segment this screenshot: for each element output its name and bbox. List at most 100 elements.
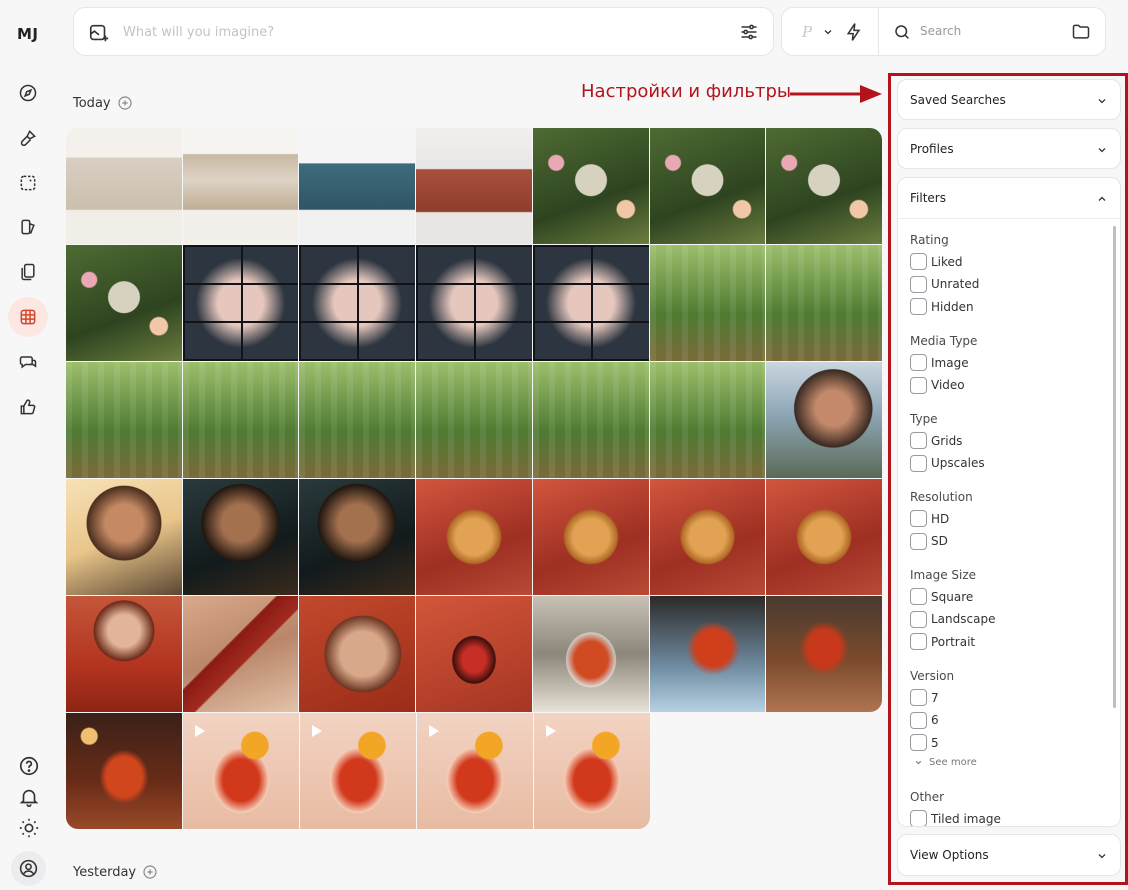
filter-option[interactable]: Square	[910, 588, 973, 605]
image-tile-portrait-grid[interactable]	[182, 245, 299, 361]
checkbox[interactable]	[910, 376, 927, 394]
checkbox[interactable]	[910, 253, 927, 270]
account-button[interactable]	[11, 851, 46, 886]
profiles-toggle[interactable]: Profiles	[898, 129, 1120, 169]
image-tile-cocktail-video[interactable]	[300, 713, 416, 829]
image-tile-cocktail-wood[interactable]	[766, 596, 883, 712]
image-tile-garden-computer[interactable]	[649, 128, 766, 244]
image-tile-garden-computer[interactable]	[766, 128, 883, 244]
filter-option[interactable]: HD	[910, 510, 949, 527]
chevron-down-icon[interactable]	[822, 26, 834, 38]
filter-option[interactable]: Grids	[910, 432, 962, 449]
filter-option[interactable]: Tiled image	[910, 810, 1001, 826]
checkbox[interactable]	[910, 711, 927, 729]
prompt-input[interactable]	[123, 21, 723, 43]
saved-searches-toggle[interactable]: Saved Searches	[898, 80, 1120, 120]
view-options-toggle[interactable]: View Options	[898, 835, 1120, 875]
image-tile-woman-coffee[interactable]	[66, 479, 182, 595]
image-tile-portrait-grid[interactable]	[299, 245, 416, 361]
image-tile-portrait-grid[interactable]	[532, 245, 649, 361]
image-tile-sofa-blue[interactable]	[299, 128, 416, 244]
lightning-icon[interactable]	[844, 22, 864, 42]
image-tile-croissant[interactable]	[649, 479, 766, 595]
image-tile-green-reader[interactable]	[649, 362, 766, 478]
personalize-toggle[interactable]: P	[802, 23, 812, 41]
folder-icon[interactable]	[1071, 22, 1091, 42]
help-icon[interactable]	[18, 755, 40, 777]
explore-nav[interactable]	[8, 73, 48, 113]
checkbox[interactable]	[910, 588, 927, 605]
filter-option[interactable]: Portrait	[910, 633, 975, 650]
image-tile-croissant[interactable]	[766, 479, 883, 595]
checkbox[interactable]	[910, 633, 927, 650]
image-tile-phone-red[interactable]	[182, 596, 299, 712]
checkbox[interactable]	[910, 734, 927, 751]
image-tile-sofa-cream[interactable]	[66, 128, 182, 244]
image-tile-woman-red[interactable]	[66, 596, 182, 712]
checkbox[interactable]	[910, 432, 927, 449]
settings-sliders-icon[interactable]	[739, 22, 759, 42]
organize-nav[interactable]	[8, 252, 48, 292]
checkbox[interactable]	[910, 298, 927, 315]
image-tile-green-reader[interactable]	[182, 362, 299, 478]
image-tile-cocktail-ice[interactable]	[649, 596, 766, 712]
image-tile-green-reader[interactable]	[66, 362, 182, 478]
add-circle-icon[interactable]	[117, 95, 133, 111]
checkbox[interactable]	[910, 510, 927, 527]
see-more-link[interactable]: See more	[914, 757, 977, 768]
image-tile-sofa-rust[interactable]	[416, 128, 532, 244]
sun-icon[interactable]	[18, 817, 40, 839]
image-tile-woman-coffee-dark[interactable]	[299, 479, 416, 595]
archive-nav[interactable]	[8, 297, 48, 337]
image-tile-cocktail-video[interactable]	[183, 713, 299, 829]
image-tile-cocktail-bokeh[interactable]	[66, 713, 182, 829]
filters-scrollbar[interactable]	[1113, 226, 1116, 708]
image-tile-green-reader[interactable]	[416, 362, 532, 478]
filter-option[interactable]: Video	[910, 376, 965, 394]
image-tile-portrait-grid[interactable]	[416, 245, 532, 361]
chat-nav[interactable]	[8, 342, 48, 382]
filter-option[interactable]: 6	[910, 711, 939, 729]
image-tile-green-reader[interactable]	[532, 362, 649, 478]
app-logo[interactable]: MJ	[17, 25, 39, 43]
checkbox[interactable]	[910, 810, 927, 826]
checkbox[interactable]	[910, 610, 927, 628]
filter-option[interactable]: Unrated	[910, 275, 979, 293]
image-tile-garden-computer[interactable]	[532, 128, 649, 244]
image-tile-green-reader[interactable]	[766, 245, 883, 361]
image-tile-sofa-ornate[interactable]	[182, 128, 299, 244]
filter-option[interactable]: Hidden	[910, 298, 974, 315]
image-tile-cocktail-bar[interactable]	[532, 596, 649, 712]
checkbox[interactable]	[910, 532, 927, 550]
filter-option[interactable]: Upscales	[910, 454, 985, 472]
filter-option[interactable]: Image	[910, 354, 969, 371]
personalize-nav[interactable]	[8, 207, 48, 247]
image-tile-cocktail-video[interactable]	[417, 713, 533, 829]
image-tile-woman-coffee-dark[interactable]	[182, 479, 299, 595]
filter-option[interactable]: 7	[910, 689, 939, 706]
image-tile-croissant[interactable]	[416, 479, 532, 595]
image-tile-green-reader[interactable]	[649, 245, 766, 361]
bell-icon[interactable]	[18, 786, 40, 808]
image-tile-phone-face[interactable]	[299, 596, 416, 712]
filter-option[interactable]: SD	[910, 532, 948, 550]
filter-option[interactable]: Landscape	[910, 610, 995, 628]
image-tile-cocktail-video[interactable]	[534, 713, 650, 829]
checkbox[interactable]	[910, 454, 927, 472]
image-tile-garden-computer[interactable]	[66, 245, 182, 361]
create-nav[interactable]	[8, 118, 48, 158]
image-tile-green-reader[interactable]	[299, 362, 416, 478]
filter-option[interactable]: Liked	[910, 253, 963, 270]
checkbox[interactable]	[910, 689, 927, 706]
edit-nav[interactable]	[8, 163, 48, 203]
add-circle-icon[interactable]	[142, 864, 158, 880]
checkbox[interactable]	[910, 354, 927, 371]
add-image-icon[interactable]	[88, 22, 110, 44]
search-field[interactable]: Search	[920, 24, 961, 38]
filters-toggle[interactable]: Filters	[898, 178, 1120, 218]
checkbox[interactable]	[910, 275, 927, 293]
filter-option[interactable]: 5	[910, 734, 939, 751]
image-tile-croissant[interactable]	[532, 479, 649, 595]
image-tile-woman-sunset[interactable]	[766, 362, 883, 478]
image-tile-phone-lips[interactable]	[416, 596, 532, 712]
